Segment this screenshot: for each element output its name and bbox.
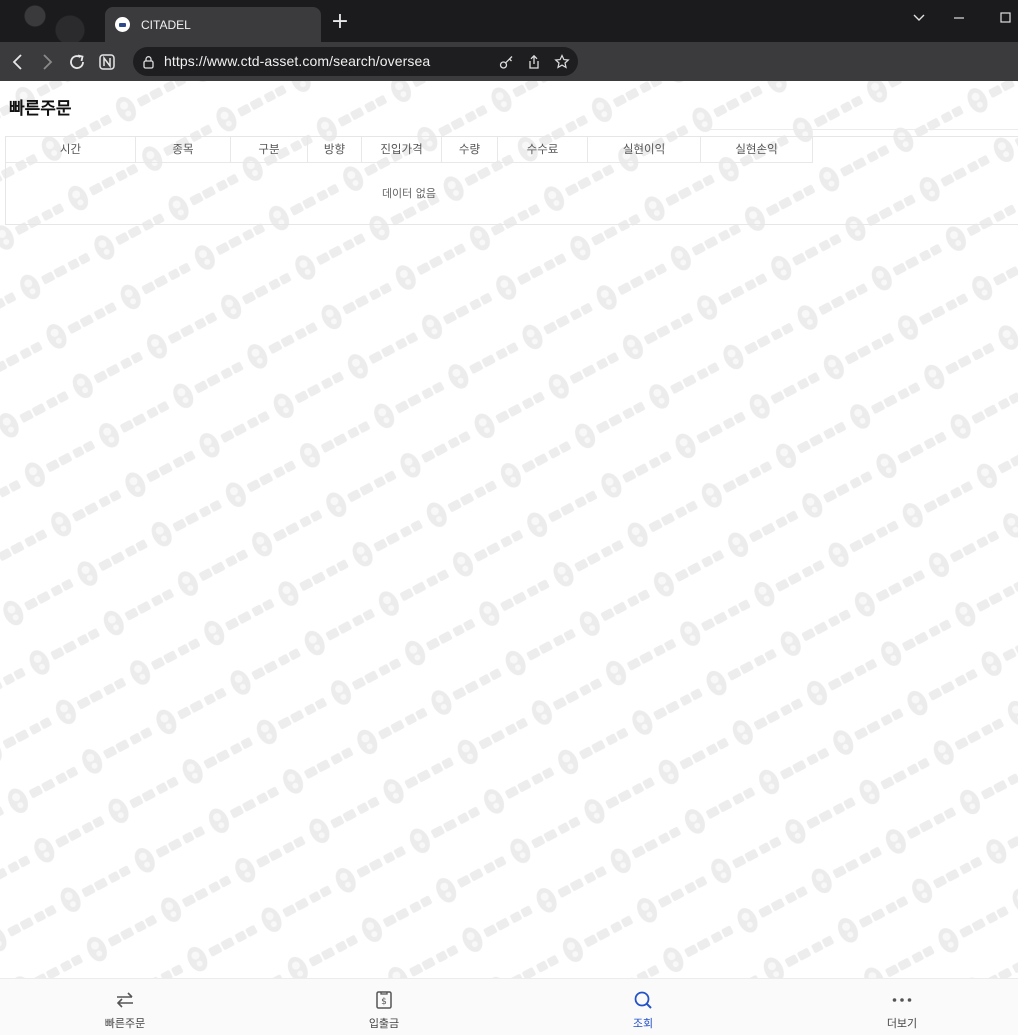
column-header: 실현이익 <box>588 137 701 162</box>
column-header: 방향 <box>308 137 362 162</box>
nav-item-more[interactable]: 더보기 <box>802 979 1002 1036</box>
orders-table: 시간 종목 구분 방향 진입가격 수량 수수료 실현이익 실현손익 데이터 없음 <box>5 136 1018 225</box>
column-header: 진입가격 <box>362 137 442 162</box>
password-key-icon[interactable] <box>498 53 516 71</box>
page-title: 빠른주문 <box>9 99 72 119</box>
bookmark-star-icon[interactable] <box>553 53 571 71</box>
column-header: 시간 <box>6 137 136 162</box>
tab-title: CITADEL <box>141 17 191 32</box>
column-header: 수수료 <box>498 137 588 162</box>
deposit-document-icon: $ <box>376 991 392 1009</box>
maximize-window-icon[interactable] <box>997 10 1013 26</box>
lock-icon[interactable] <box>142 54 155 73</box>
site-favicon-icon <box>115 17 130 32</box>
more-dots-icon <box>892 998 912 1002</box>
top-divider <box>706 129 1018 130</box>
tab-search-chevron-icon[interactable] <box>911 10 927 26</box>
column-header: 종목 <box>136 137 231 162</box>
swap-arrows-icon <box>116 992 133 1008</box>
news-n-icon[interactable] <box>97 52 117 72</box>
nav-label-deposit-withdraw: 입출금 <box>368 1017 400 1030</box>
url-text[interactable]: https://www.ctd-asset.com/search/oversea <box>164 53 430 69</box>
share-icon[interactable] <box>525 53 543 71</box>
nav-item-deposit-withdraw[interactable]: $ 입출금 <box>284 979 484 1036</box>
nav-label-inquiry: 조회 <box>632 1017 654 1030</box>
svg-text:$: $ <box>381 997 387 1007</box>
address-bar[interactable]: https://www.ctd-asset.com/search/oversea <box>133 47 578 76</box>
empty-state-text: 데이터 없음 <box>381 187 437 200</box>
minimize-window-icon[interactable] <box>951 10 967 26</box>
browser-toolbar: https://www.ctd-asset.com/search/oversea <box>0 42 1018 81</box>
nav-label-quick-order: 빠른주문 <box>104 1017 146 1030</box>
browser-tab-strip: CITADEL + <box>0 0 1018 42</box>
new-tab-plus-icon[interactable]: + <box>330 11 350 33</box>
forward-arrow-icon[interactable] <box>37 52 57 72</box>
table-header: 시간 종목 구분 방향 진입가격 수량 수수료 실현이익 실현손익 <box>6 137 813 163</box>
search-icon <box>634 991 652 1009</box>
back-arrow-icon[interactable] <box>8 52 28 72</box>
column-header: 수량 <box>442 137 498 162</box>
column-header: 실현손익 <box>701 137 813 162</box>
bottom-navigation: 빠른주문 $ 입출금 조회 더보기 <box>0 978 1018 1035</box>
nav-label-more: 더보기 <box>886 1017 918 1030</box>
tabstrip-background-art <box>0 0 100 42</box>
page-content: 빠른주문 시간 종목 구분 방향 진입가격 수량 수수료 실현이익 실현손익 데이터 없음 <box>0 81 1018 978</box>
nav-item-quick-order[interactable]: 빠른주문 <box>25 979 225 1036</box>
browser-tab[interactable]: CITADEL <box>105 7 321 42</box>
nav-item-inquiry[interactable]: 조회 <box>543 979 743 1036</box>
reload-icon[interactable] <box>67 52 87 72</box>
column-header: 구분 <box>231 137 308 162</box>
